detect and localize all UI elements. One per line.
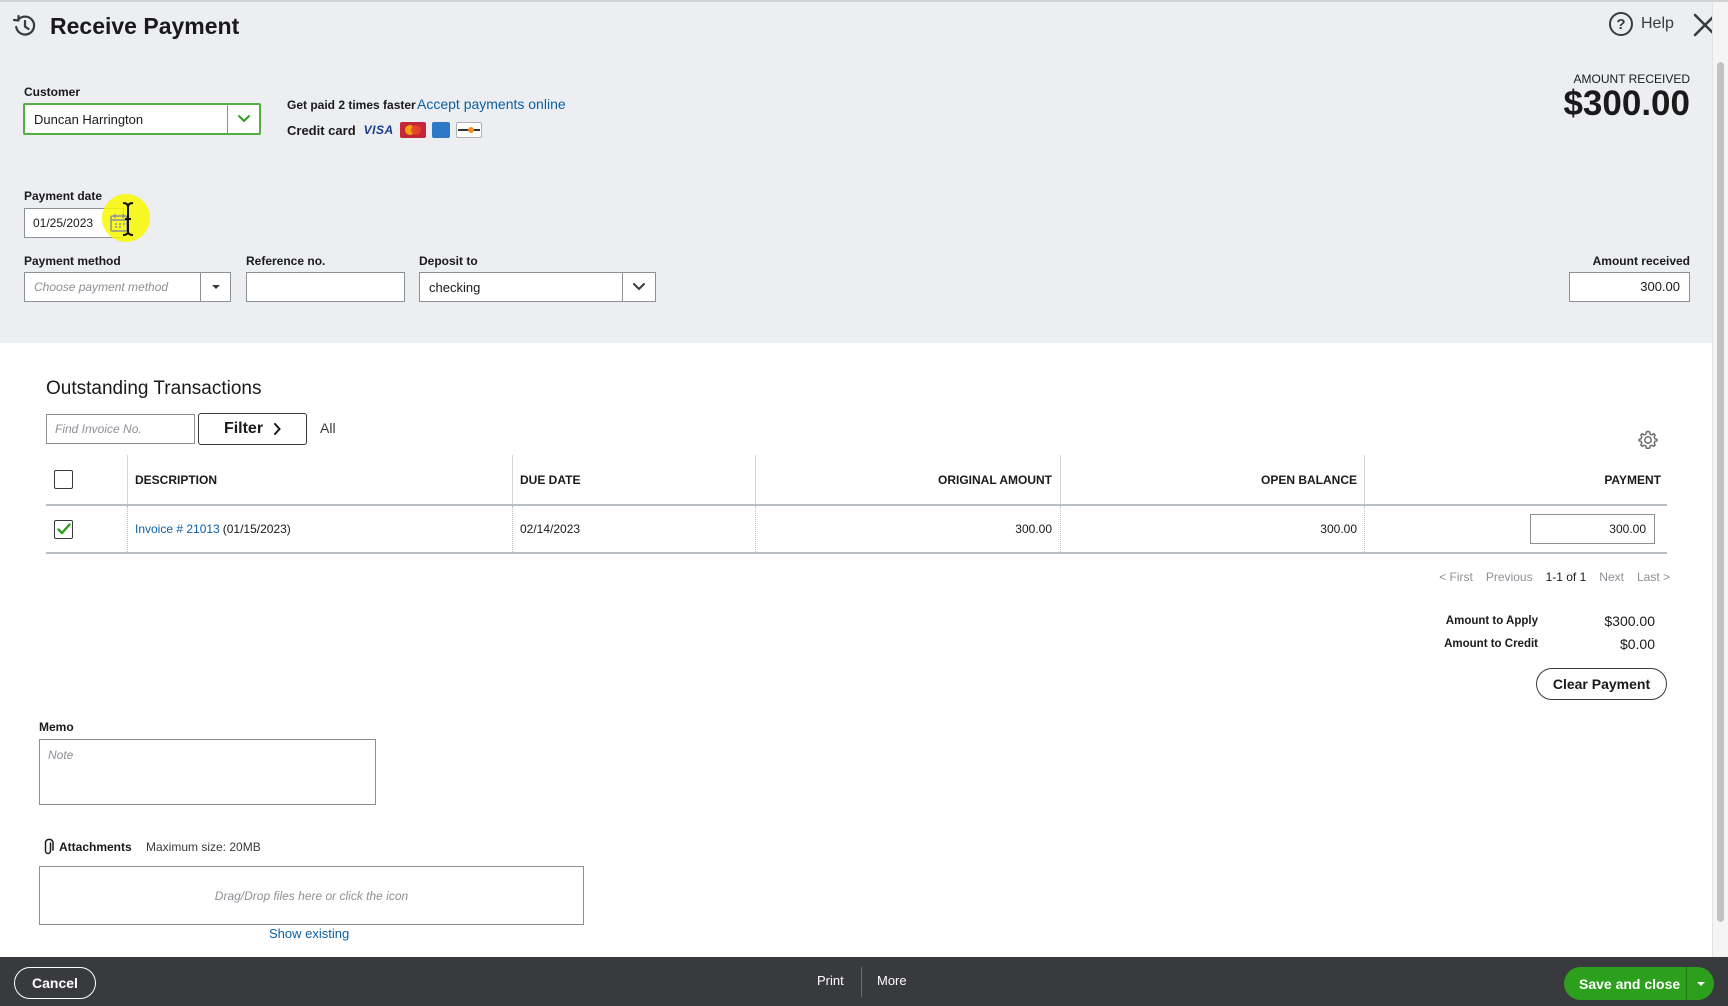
column-header-open-balance[interactable]: OPEN BALANCE xyxy=(1060,455,1357,504)
payment-method-placeholder: Choose payment method xyxy=(34,280,169,294)
find-invoice-input[interactable]: Find Invoice No. xyxy=(46,414,195,444)
mastercard-icon xyxy=(399,122,426,138)
deposit-to-label: Deposit to xyxy=(419,254,478,268)
visa-icon: VISA xyxy=(363,123,394,137)
invoice-date: (01/15/2023) xyxy=(222,522,291,536)
select-all-checkbox[interactable] xyxy=(54,470,73,489)
deposit-to-value: checking xyxy=(429,279,481,295)
pagination: < First Previous 1-1 of 1 Next Last > xyxy=(1420,570,1670,584)
attachments-header: Attachments xyxy=(42,838,132,856)
customer-select[interactable]: Duncan Harrington xyxy=(23,103,261,135)
deposit-to-dropdown-button[interactable] xyxy=(622,273,655,301)
amex-icon xyxy=(431,122,450,138)
clear-payment-button[interactable]: Clear Payment xyxy=(1536,668,1667,700)
caret-down-icon xyxy=(1696,981,1705,986)
pager-previous[interactable]: Previous xyxy=(1486,570,1533,584)
save-and-close-button[interactable]: Save and close xyxy=(1564,967,1714,1000)
payment-method-dropdown-button[interactable] xyxy=(200,273,230,301)
text-cursor-icon xyxy=(122,202,134,236)
paperclip-icon xyxy=(44,838,54,855)
row-checkbox[interactable] xyxy=(54,519,73,539)
page-title: Receive Payment xyxy=(50,12,240,39)
get-paid-text: Get paid 2 times faster xyxy=(287,98,416,112)
cancel-button[interactable]: Cancel xyxy=(14,967,96,999)
column-header-due-date[interactable]: DUE DATE xyxy=(520,455,580,504)
pager-next[interactable]: Next xyxy=(1599,570,1624,584)
amount-to-apply-value: $300.00 xyxy=(1604,613,1655,629)
help-icon: ? xyxy=(1609,12,1633,36)
caret-down-icon xyxy=(211,285,220,289)
discover-icon xyxy=(455,122,482,138)
customer-value: Duncan Harrington xyxy=(34,111,144,127)
more-button[interactable]: More xyxy=(877,973,907,988)
accept-payments-link[interactable]: Accept payments online xyxy=(417,96,566,112)
credit-card-row: Credit card VISA xyxy=(287,122,482,138)
amount-to-credit-value: $0.00 xyxy=(1619,636,1655,652)
amount-to-credit-label: Amount to Credit xyxy=(1444,638,1538,650)
chevron-down-icon xyxy=(237,115,250,123)
pager-range: 1-1 of 1 xyxy=(1545,570,1587,584)
transactions-table: DESCRIPTION DUE DATE ORIGINAL AMOUNT OPE… xyxy=(46,455,1667,554)
amount-received-summary-value: $300.00 xyxy=(1563,84,1690,123)
scrollbar-thumb[interactable] xyxy=(1717,62,1724,922)
open-balance-cell: 300.00 xyxy=(1320,522,1357,536)
pager-first[interactable]: < First xyxy=(1439,570,1473,584)
table-row: Invoice # 21013 (01/15/2023) 02/14/2023 … xyxy=(46,506,1667,554)
footer-divider xyxy=(861,967,862,997)
amount-received-input[interactable]: 300.00 xyxy=(1569,272,1690,302)
receive-payment-page: Receive Payment ? Help Customer Duncan H… xyxy=(0,0,1728,1006)
column-header-original-amount[interactable]: ORIGINAL AMOUNT xyxy=(755,455,1052,504)
chevron-down-icon xyxy=(633,283,645,291)
print-button[interactable]: Print xyxy=(817,973,844,988)
deposit-to-select[interactable]: checking xyxy=(419,272,656,302)
check-icon xyxy=(56,523,71,535)
save-and-close-label[interactable]: Save and close xyxy=(1564,976,1686,992)
gear-icon[interactable] xyxy=(1637,429,1659,451)
history-icon[interactable] xyxy=(12,13,38,39)
payment-date-label: Payment date xyxy=(24,189,103,203)
attachments-label: Attachments xyxy=(59,840,132,854)
payment-method-label: Payment method xyxy=(24,254,121,268)
filter-label: Filter xyxy=(223,420,264,437)
due-date-cell: 02/14/2023 xyxy=(520,522,581,536)
original-amount-cell: 300.00 xyxy=(1015,522,1052,536)
help-label: Help xyxy=(1641,15,1674,32)
memo-textarea[interactable]: Note xyxy=(39,739,376,805)
footer-bar xyxy=(0,957,1728,1006)
attachments-max-size: Maximum size: 20MB xyxy=(146,840,261,854)
show-existing-link[interactable]: Show existing xyxy=(269,926,349,941)
column-header-description[interactable]: DESCRIPTION xyxy=(135,455,217,504)
title-row: Receive Payment xyxy=(12,12,239,40)
help-button[interactable]: ? Help xyxy=(1609,12,1674,36)
credit-card-label: Credit card xyxy=(287,122,356,138)
save-options-dropdown[interactable] xyxy=(1687,981,1714,987)
outstanding-transactions-title: Outstanding Transactions xyxy=(46,378,262,399)
table-header-row: DESCRIPTION DUE DATE ORIGINAL AMOUNT OPE… xyxy=(46,455,1667,506)
payment-method-select[interactable]: Choose payment method xyxy=(24,272,231,302)
customer-dropdown-button[interactable] xyxy=(227,105,259,133)
customer-label: Customer xyxy=(24,85,81,99)
attachment-dropzone[interactable]: Drag/Drop files here or click the icon xyxy=(39,866,584,925)
chevron-right-icon xyxy=(274,423,281,435)
memo-label: Memo xyxy=(39,720,74,734)
pager-last[interactable]: Last > xyxy=(1637,570,1670,584)
dropzone-text: Drag/Drop files here or click the icon xyxy=(214,888,409,903)
reference-label: Reference no. xyxy=(246,254,326,268)
column-header-payment[interactable]: PAYMENT xyxy=(1364,455,1661,504)
reference-input[interactable] xyxy=(246,272,405,302)
payment-input[interactable]: 300.00 xyxy=(1530,514,1655,544)
filter-button[interactable]: Filter xyxy=(198,413,307,445)
filter-all-label: All xyxy=(320,420,336,436)
amount-received-label: Amount received xyxy=(1592,254,1690,268)
amount-to-apply-label: Amount to Apply xyxy=(1445,615,1538,627)
payment-date-value: 01/25/2023 xyxy=(33,216,94,230)
invoice-link[interactable]: Invoice # 21013 xyxy=(135,522,220,536)
